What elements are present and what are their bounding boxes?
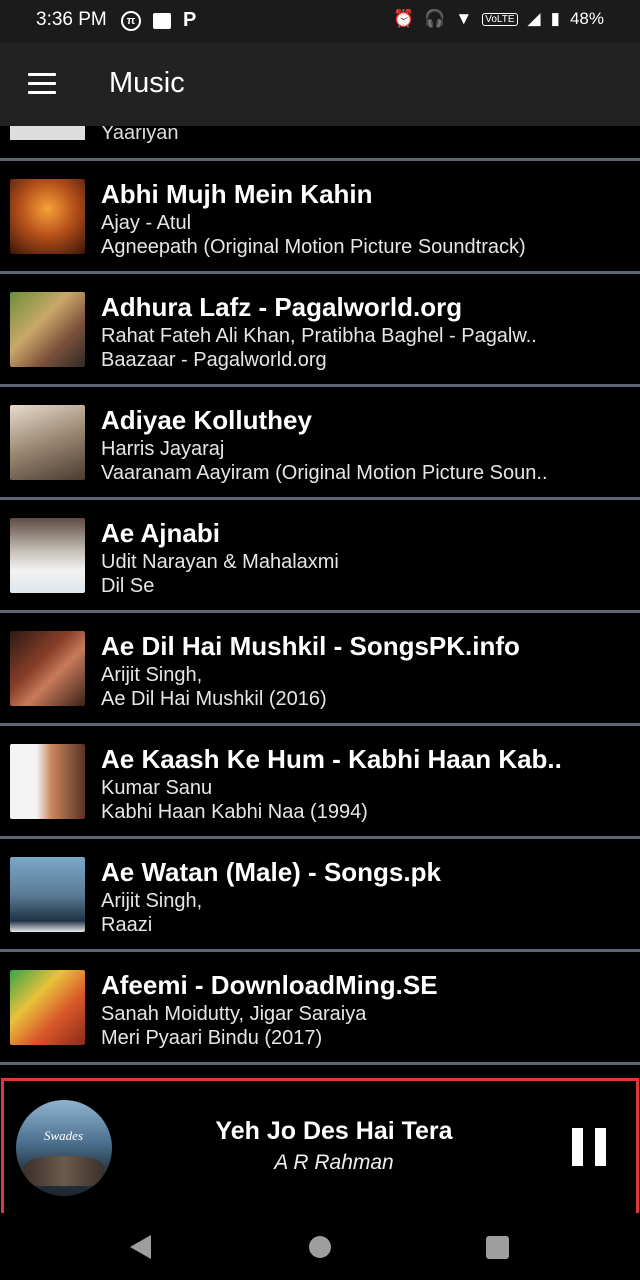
album-art xyxy=(10,857,85,932)
list-item[interactable]: Ae Dil Hai Mushkil - SongsPK.info Arijit… xyxy=(0,613,640,723)
list-item[interactable]: Afeemi - DownloadMing.SE Sanah Moidutty,… xyxy=(0,952,640,1062)
album-art xyxy=(10,126,85,140)
volte-icon: VoLTE xyxy=(482,12,518,26)
list-item-partial[interactable]: Yaariyan xyxy=(0,126,640,158)
song-album: Dil Se xyxy=(101,575,155,597)
app-toolbar: Music xyxy=(0,42,640,126)
recents-icon[interactable] xyxy=(486,1236,509,1259)
list-item[interactable]: Adhura Lafz - Pagalworld.org Rahat Fateh… xyxy=(0,274,640,384)
divider xyxy=(0,1062,640,1065)
home-icon[interactable] xyxy=(309,1236,331,1258)
song-album: Raazi xyxy=(101,914,153,936)
song-title: Afeemi - DownloadMing.SE xyxy=(101,970,438,1000)
status-bar: 3:36 PM π P ⏰ 🎧 ▼ VoLTE ◢ ▮ 48% xyxy=(0,0,640,42)
list-item[interactable]: Adiyae Kolluthey Harris Jayaraj Vaaranam… xyxy=(0,387,640,497)
p-icon: P xyxy=(183,9,197,31)
song-album: Meri Pyaari Bindu (2017) xyxy=(101,1027,323,1049)
list-item[interactable]: Abhi Mujh Mein Kahin Ajay - Atul Agneepa… xyxy=(0,161,640,271)
song-artist: Kumar Sanu xyxy=(101,777,213,799)
song-title: Ae Watan (Male) - Songs.pk xyxy=(101,857,441,887)
image-icon xyxy=(153,12,171,29)
song-list[interactable]: Yaariyan Abhi Mujh Mein Kahin Ajay - Atu… xyxy=(0,126,640,1076)
song-album: Vaaranam Aayiram (Original Motion Pictur… xyxy=(101,462,548,484)
wifi-icon: ▼ xyxy=(455,9,473,28)
now-playing-artist: A R Rahman xyxy=(274,1151,394,1174)
song-title: Adhura Lafz - Pagalworld.org xyxy=(101,292,463,322)
notification-icons: π P xyxy=(121,9,196,32)
song-album: Yaariyan xyxy=(101,126,179,144)
album-art xyxy=(10,292,85,367)
pause-icon[interactable] xyxy=(572,1128,606,1166)
list-item[interactable]: Ae Ajnabi Udit Narayan & Mahalaxmi Dil S… xyxy=(0,500,640,610)
album-art xyxy=(10,631,85,706)
battery-percent: 48% xyxy=(569,9,604,28)
song-album: Baazaar - Pagalworld.org xyxy=(101,349,327,371)
song-album: Agneepath (Original Motion Picture Sound… xyxy=(101,236,526,258)
alarm-icon: ⏰ xyxy=(393,9,415,28)
list-item[interactable]: Ae Kaash Ke Hum - Kabhi Haan Kab.. Kumar… xyxy=(0,726,640,836)
song-artist: Arijit Singh, xyxy=(101,890,203,912)
song-title: Ae Dil Hai Mushkil - SongsPK.info xyxy=(101,631,520,661)
album-art xyxy=(10,405,85,480)
battery-icon: ▮ xyxy=(550,9,560,28)
system-nav-bar xyxy=(0,1213,640,1280)
album-art xyxy=(10,518,85,593)
signal-icon: ◢ xyxy=(527,9,541,28)
now-playing-title: Yeh Jo Des Hai Tera xyxy=(215,1117,453,1145)
album-art xyxy=(10,744,85,819)
now-playing-bar[interactable]: Swades Yeh Jo Des Hai Tera A R Rahman xyxy=(1,1078,639,1216)
song-title: Ae Ajnabi xyxy=(101,518,220,548)
song-album: Ae Dil Hai Mushkil (2016) xyxy=(101,688,327,710)
pi-icon: π xyxy=(121,10,141,31)
song-artist: Ajay - Atul xyxy=(101,212,192,234)
system-icons: ⏰ 🎧 ▼ VoLTE ◢ ▮ 48% xyxy=(393,9,604,29)
song-artist: Arijit Singh, xyxy=(101,664,203,686)
song-album: Kabhi Haan Kabhi Naa (1994) xyxy=(101,801,368,823)
song-artist: Rahat Fateh Ali Khan, Pratibha Baghel - … xyxy=(101,325,537,347)
song-artist: Sanah Moidutty, Jigar Saraiya xyxy=(101,1003,367,1025)
song-title: Adiyae Kolluthey xyxy=(101,405,312,435)
album-art xyxy=(10,970,85,1045)
back-icon[interactable] xyxy=(130,1235,151,1259)
headset-icon: 🎧 xyxy=(424,9,446,28)
now-playing-art: Swades xyxy=(16,1100,112,1196)
song-artist: Udit Narayan & Mahalaxmi xyxy=(101,551,339,573)
status-time: 3:36 PM xyxy=(36,9,107,30)
hamburger-icon[interactable] xyxy=(28,73,56,95)
song-title: Abhi Mujh Mein Kahin xyxy=(101,179,373,209)
list-item[interactable]: Ae Watan (Male) - Songs.pk Arijit Singh,… xyxy=(0,839,640,949)
album-art xyxy=(10,179,85,254)
song-artist: Harris Jayaraj xyxy=(101,438,225,460)
page-title: Music xyxy=(109,67,185,99)
song-title: Ae Kaash Ke Hum - Kabhi Haan Kab.. xyxy=(101,744,562,774)
